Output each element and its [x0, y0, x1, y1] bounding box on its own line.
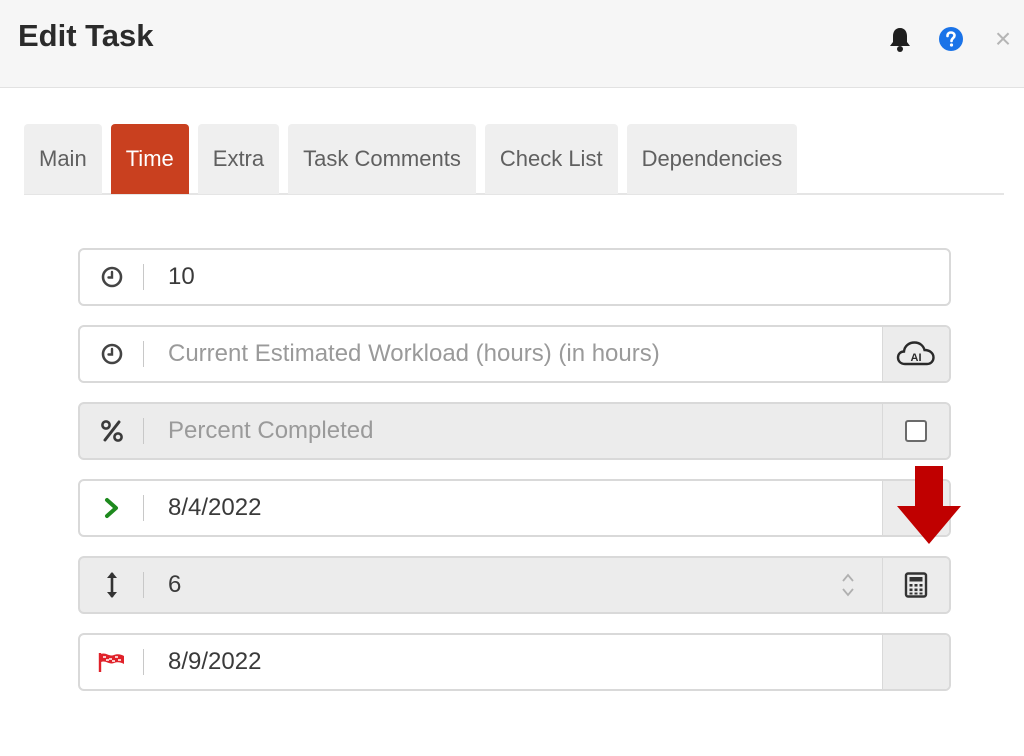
svg-text:AI: AI — [911, 352, 922, 364]
flag-icon — [80, 635, 144, 689]
dialog-header: Edit Task × — [0, 0, 1024, 88]
chevron-right-icon — [80, 481, 144, 535]
percent-completed-row — [78, 402, 951, 460]
start-date-row — [78, 479, 951, 537]
tab-bar: Main Time Extra Task Comments Check List… — [24, 124, 1004, 195]
clock-icon — [80, 250, 144, 304]
end-date-row — [78, 633, 951, 691]
current-estimated-workload-input[interactable] — [168, 340, 882, 368]
percent-completed-checkbox[interactable] — [905, 420, 927, 442]
close-icon[interactable]: × — [988, 24, 1018, 54]
bell-icon[interactable] — [885, 24, 915, 54]
ai-cloud-icon[interactable]: AI — [882, 327, 949, 381]
clock-icon — [80, 327, 144, 381]
percent-completed-toggle[interactable] — [882, 404, 949, 458]
dialog-title: Edit Task — [18, 18, 154, 53]
calculator-icon[interactable] — [882, 558, 949, 612]
tab-task-comments[interactable]: Task Comments — [288, 124, 476, 194]
current-estimated-workload-row: AI — [78, 325, 951, 383]
estimated-workload-input[interactable] — [168, 263, 949, 291]
tab-extra[interactable]: Extra — [197, 124, 280, 194]
tab-main[interactable]: Main — [24, 124, 102, 194]
duration-spinner[interactable] — [828, 558, 868, 612]
tab-dependencies[interactable]: Dependencies — [626, 124, 798, 194]
tab-check-list[interactable]: Check List — [484, 124, 618, 194]
end-date-input[interactable] — [168, 648, 882, 676]
tab-time[interactable]: Time — [110, 124, 189, 194]
duration-row — [78, 556, 951, 614]
start-date-input[interactable] — [168, 494, 882, 522]
duration-input[interactable] — [168, 571, 828, 599]
arrow-down-icon — [897, 466, 961, 544]
help-icon[interactable] — [936, 24, 966, 54]
estimated-workload-row — [78, 248, 951, 306]
vertical-arrows-icon — [80, 558, 144, 612]
percent-icon — [80, 404, 144, 458]
end-date-addon[interactable] — [882, 635, 949, 689]
percent-completed-input[interactable] — [168, 417, 882, 445]
